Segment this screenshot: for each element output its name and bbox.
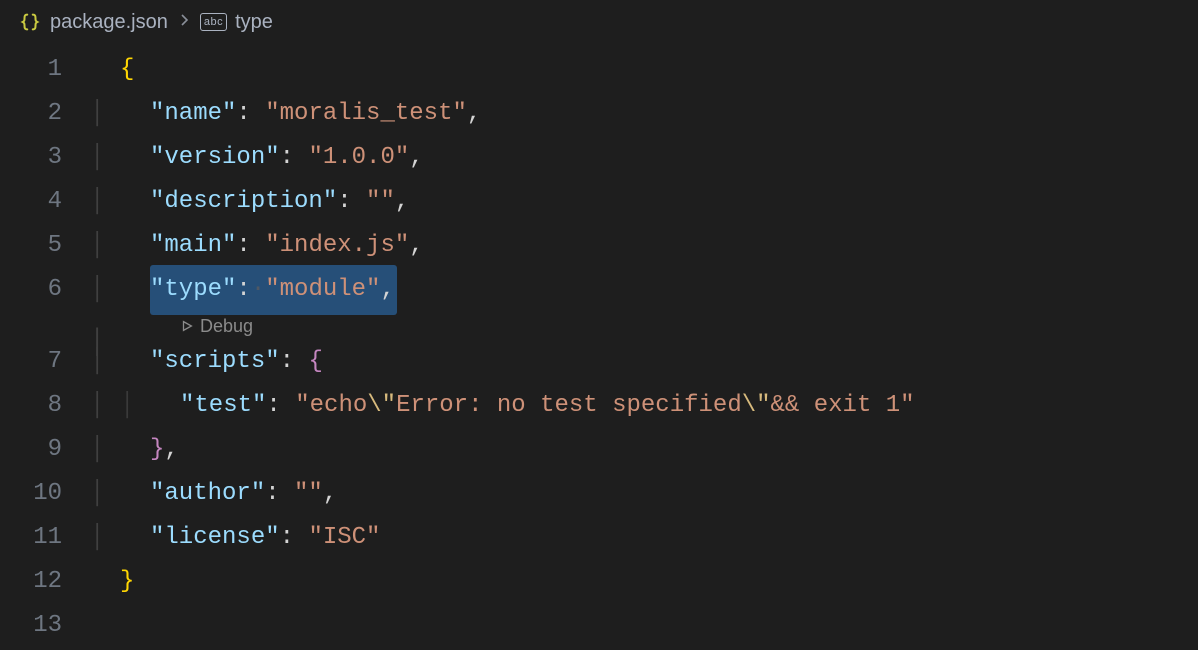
- json-key: "author": [150, 472, 265, 516]
- line-number: 9: [0, 428, 90, 472]
- escape-char: \": [742, 384, 771, 428]
- json-value: "ISC": [308, 516, 380, 560]
- json-value: "": [294, 472, 323, 516]
- json-file-icon: [18, 10, 42, 34]
- code-line[interactable]: 2 "name": "moralis_test",: [0, 92, 1198, 136]
- code-line[interactable]: 7 "scripts": {: [0, 340, 1198, 384]
- code-line[interactable]: 8 │ "test": "echo \"Error: no test speci…: [0, 384, 1198, 428]
- breadcrumb-symbol[interactable]: type: [235, 11, 273, 34]
- json-key: "main": [150, 224, 236, 268]
- line-number: 8: [0, 384, 90, 428]
- line-number: 12: [0, 560, 90, 604]
- line-number: 7: [0, 340, 90, 384]
- line-number: 3: [0, 136, 90, 180]
- play-icon: [180, 319, 194, 333]
- code-line[interactable]: 5 "main": "index.js",: [0, 224, 1198, 268]
- breadcrumb-file[interactable]: package.json: [50, 11, 168, 34]
- brace-open: {: [308, 340, 322, 384]
- line-number: 4: [0, 180, 90, 224]
- json-key: "scripts": [150, 340, 280, 384]
- code-line[interactable]: 13: [0, 604, 1198, 648]
- line-number: 2: [0, 92, 90, 136]
- code-line[interactable]: 10 "author": "",: [0, 472, 1198, 516]
- breadcrumb[interactable]: package.json abc type: [0, 0, 1198, 44]
- json-key: "license": [150, 516, 280, 560]
- code-line[interactable]: 3 "version": "1.0.0",: [0, 136, 1198, 180]
- json-key: "version": [150, 136, 280, 180]
- brace-close: }: [150, 428, 164, 472]
- json-value: "1.0.0": [308, 136, 409, 180]
- string-symbol-icon: abc: [200, 13, 227, 31]
- brace-close: }: [120, 560, 134, 604]
- json-key: "test": [180, 384, 266, 428]
- code-line[interactable]: 9 },: [0, 428, 1198, 472]
- code-editor[interactable]: 1 { 2 "name": "moralis_test", 3 "version…: [0, 44, 1198, 648]
- code-line[interactable]: 12 }: [0, 560, 1198, 604]
- json-key: "type": [150, 276, 236, 303]
- line-number: 11: [0, 516, 90, 560]
- code-line[interactable]: 1 {: [0, 48, 1198, 92]
- json-value: "echo: [295, 384, 367, 428]
- line-number: 6: [0, 268, 90, 312]
- json-key: "name": [150, 92, 236, 136]
- escape-char: \": [367, 384, 396, 428]
- code-line[interactable]: 11 "license": "ISC": [0, 516, 1198, 560]
- json-value: "module": [265, 276, 380, 303]
- brace-open: {: [120, 48, 134, 92]
- codelens: │ Debug: [0, 312, 1198, 340]
- line-number: 5: [0, 224, 90, 268]
- line-number: 10: [0, 472, 90, 516]
- line-number: 13: [0, 604, 90, 648]
- line-number: 1: [0, 48, 90, 92]
- json-value: "": [366, 180, 395, 224]
- chevron-right-icon: [176, 11, 192, 34]
- json-value: "moralis_test": [265, 92, 467, 136]
- code-line[interactable]: 4 "description": "",: [0, 180, 1198, 224]
- json-value: "index.js": [265, 224, 409, 268]
- json-key: "description": [150, 180, 337, 224]
